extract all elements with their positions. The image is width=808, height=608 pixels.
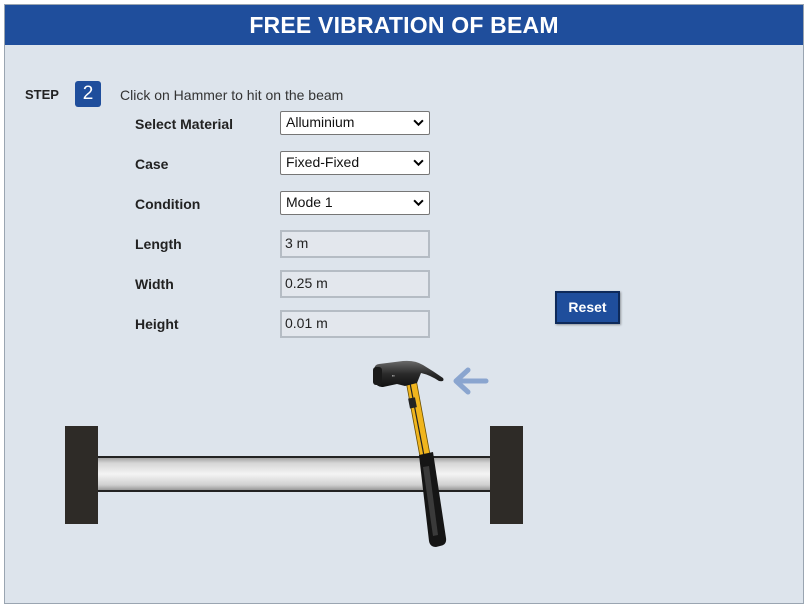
right-support: [490, 426, 523, 524]
left-support: [65, 426, 98, 524]
hammer-icon[interactable]: ▪▪: [373, 360, 447, 547]
simulation-panel: FREE VIBRATION OF BEAM STEP 2 Click on H…: [4, 4, 804, 604]
beam-scene: ▪▪: [65, 360, 523, 547]
arrow-left-icon: [453, 367, 489, 395]
